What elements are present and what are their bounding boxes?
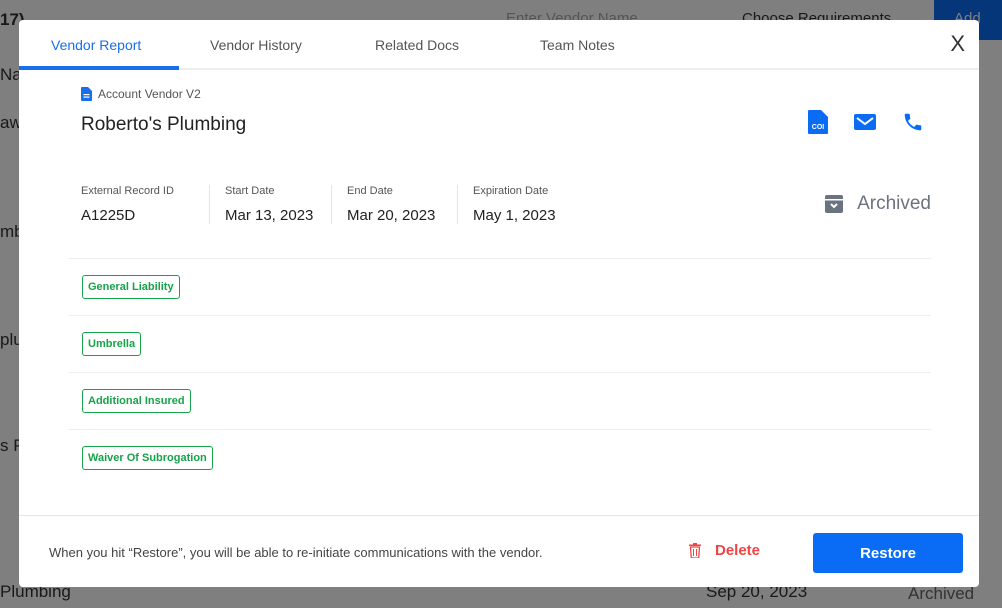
vendor-fields: External Record ID A1225D Start Date Mar 1… bbox=[81, 185, 571, 224]
list-item: Additional Insured bbox=[68, 372, 931, 429]
close-icon[interactable]: X bbox=[950, 33, 965, 55]
tab-team-notes[interactable]: Team Notes bbox=[540, 37, 615, 53]
svg-text:COI: COI bbox=[812, 124, 825, 131]
account-label: Account Vendor V2 bbox=[98, 87, 201, 101]
list-item: Umbrella bbox=[68, 315, 931, 372]
delete-button[interactable]: Delete bbox=[689, 542, 760, 559]
field-label: Start Date bbox=[225, 185, 275, 197]
requirements-list: General Liability Umbrella Additional In… bbox=[68, 258, 931, 486]
phone-icon[interactable] bbox=[902, 110, 924, 134]
trash-icon bbox=[689, 543, 701, 558]
status-label: Archived bbox=[857, 193, 931, 214]
field-expiration-date: Expiration Date May 1, 2023 bbox=[457, 185, 571, 224]
vendor-modal: Vendor Report Vendor History Related Doc… bbox=[19, 20, 979, 587]
requirement-badge: Additional Insured bbox=[82, 389, 191, 413]
tab-vendor-report[interactable]: Vendor Report bbox=[51, 37, 141, 53]
field-value: May 1, 2023 bbox=[473, 207, 556, 224]
contact-actions: COI bbox=[808, 110, 924, 134]
tab-related-docs[interactable]: Related Docs bbox=[375, 37, 459, 53]
archive-icon bbox=[825, 195, 844, 213]
field-end-date: End Date Mar 20, 2023 bbox=[331, 185, 457, 224]
field-label: Expiration Date bbox=[473, 185, 549, 197]
vendor-name: Roberto's Plumbing bbox=[81, 114, 247, 135]
active-tab-indicator bbox=[19, 66, 179, 70]
tab-vendor-history[interactable]: Vendor History bbox=[210, 37, 302, 53]
field-value: Mar 13, 2023 bbox=[225, 207, 314, 224]
delete-label: Delete bbox=[715, 542, 761, 559]
restore-button[interactable]: Restore bbox=[813, 533, 963, 573]
field-start-date: Start Date Mar 13, 2023 bbox=[209, 185, 331, 224]
requirement-badge: Waiver Of Subrogation bbox=[82, 446, 213, 470]
account-type: Account Vendor V2 bbox=[81, 87, 201, 101]
document-icon bbox=[81, 87, 92, 101]
field-label: External Record ID bbox=[81, 185, 174, 197]
tab-bar: Vendor Report Vendor History Related Doc… bbox=[19, 20, 979, 70]
requirement-badge: General Liability bbox=[82, 275, 180, 299]
coi-document-icon[interactable]: COI bbox=[808, 110, 828, 134]
restore-note: When you hit “Restore”, you will be able… bbox=[49, 545, 543, 560]
list-item: General Liability bbox=[68, 258, 931, 315]
requirement-badge: Umbrella bbox=[82, 332, 142, 356]
field-external-record-id: External Record ID A1225D bbox=[81, 185, 209, 224]
field-label: End Date bbox=[347, 185, 393, 197]
modal-footer: When you hit “Restore”, you will be able… bbox=[19, 515, 979, 587]
field-value: A1225D bbox=[81, 207, 136, 224]
mail-icon[interactable] bbox=[854, 110, 876, 134]
list-item: Waiver Of Subrogation bbox=[68, 429, 931, 486]
status-badge: Archived bbox=[825, 193, 931, 215]
field-value: Mar 20, 2023 bbox=[347, 207, 436, 224]
